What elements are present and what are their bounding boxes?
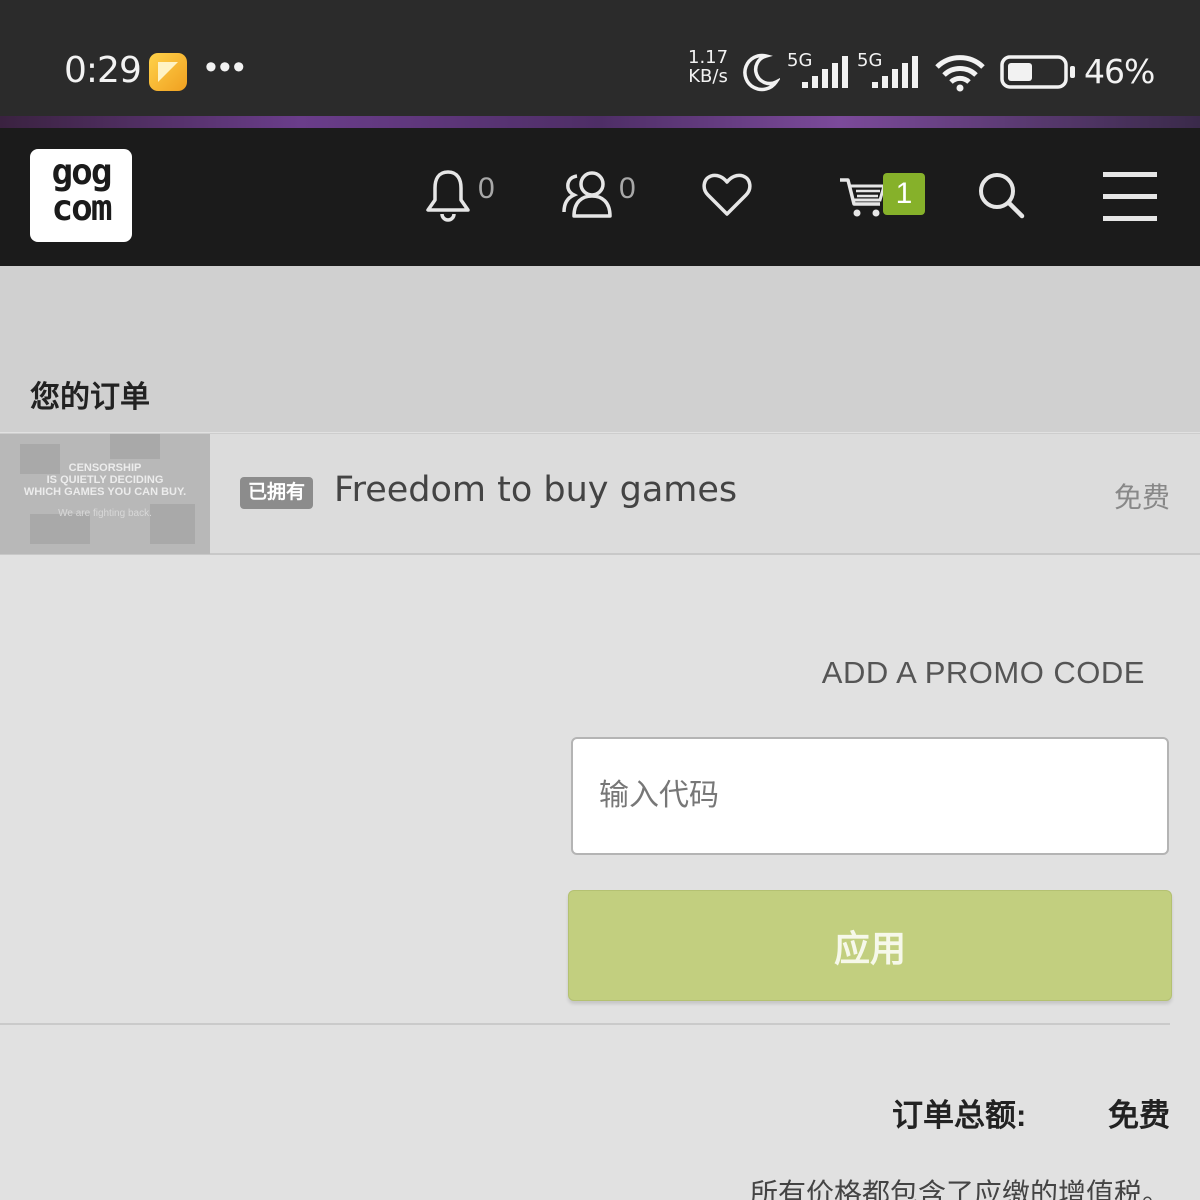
network-speed: 1.17 KB/s [688, 48, 728, 86]
site-header: gog com 0 0 1 [0, 128, 1200, 266]
product-name[interactable]: Freedom to buy games [334, 470, 737, 510]
logo-bottom: com [51, 188, 112, 229]
more-notifications-icon: ••• [205, 48, 247, 86]
wifi-icon [935, 55, 985, 92]
divider [0, 1023, 1170, 1025]
search-icon[interactable] [976, 170, 1026, 220]
promo-code-title: ADD A PROMO CODE [821, 655, 1145, 690]
battery-icon [1000, 55, 1075, 89]
moon-icon [743, 53, 780, 92]
thumbnail-line: CENSORSHIP [68, 462, 142, 474]
thumbnail-line: WHICH GAMES YOU CAN BUY. [23, 486, 187, 498]
signal-icon [872, 56, 918, 88]
cart-count-badge: 1 [883, 173, 925, 215]
app-notification-icon [149, 53, 187, 91]
status-bar: 0:29 ••• 1.17 KB/s 5G 5G 46% [0, 0, 1200, 116]
bell-icon[interactable] [424, 168, 472, 222]
order-item-row: CENSORSHIP IS QUIETLY DECIDING WHICH GAM… [0, 433, 1200, 555]
banner-strip [0, 116, 1200, 128]
network-speed-value: 1.17 [688, 47, 729, 68]
friends-icon[interactable] [560, 168, 616, 220]
apply-promo-button[interactable]: 应用 [568, 890, 1172, 1001]
cart-icon[interactable] [838, 172, 888, 220]
thumbnail-subline: We are fighting back. [58, 508, 152, 519]
battery-percentage: 46% [1084, 52, 1155, 91]
logo-top: gog [51, 152, 112, 193]
gog-logo-text: gog com [38, 155, 124, 227]
order-total-label: 订单总额: [892, 1098, 1027, 1133]
product-price: 免费 [1113, 482, 1170, 513]
status-time: 0:29 [64, 50, 142, 91]
owned-badge: 已拥有 [240, 477, 314, 509]
wishlist-heart-icon[interactable] [702, 172, 752, 218]
promo-code-input[interactable] [571, 737, 1169, 855]
order-title: 您的订单 [30, 381, 150, 414]
order-total-value: 免费 [1108, 1098, 1170, 1133]
network-speed-unit: KB/s [688, 66, 728, 87]
friends-count: 0 [619, 172, 636, 205]
gog-logo[interactable]: gog com [30, 149, 132, 242]
order-header-band [0, 266, 1200, 432]
product-thumbnail[interactable]: CENSORSHIP IS QUIETLY DECIDING WHICH GAM… [0, 434, 210, 554]
thumbnail-line: IS QUIETLY DECIDING [46, 474, 164, 486]
notifications-count: 0 [478, 172, 495, 205]
signal-icon [802, 56, 848, 88]
vat-note: 所有价格都包含了应缴的增值税。 [749, 1178, 1170, 1200]
thumbnail-headline: CENSORSHIP IS QUIETLY DECIDING WHICH GAM… [0, 462, 210, 498]
hamburger-menu-icon[interactable] [1103, 172, 1157, 222]
